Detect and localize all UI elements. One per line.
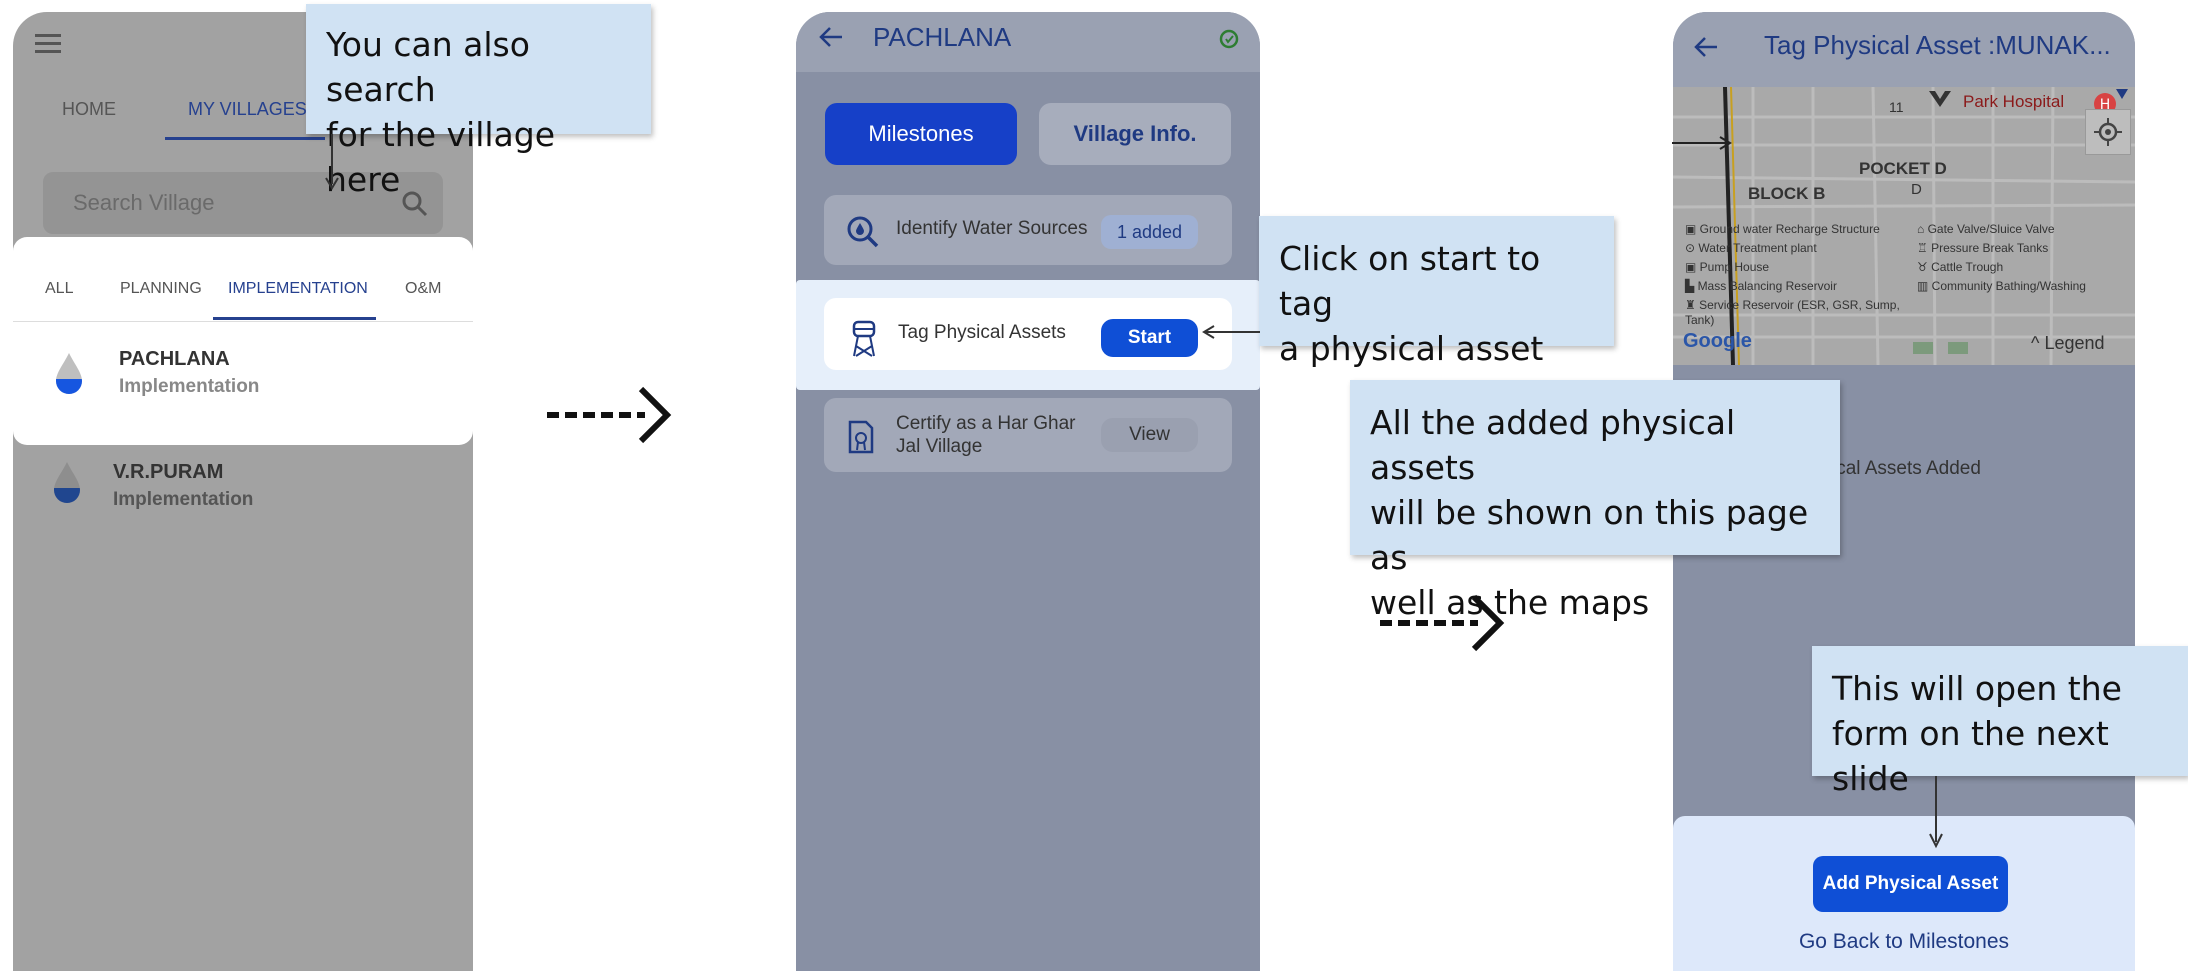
village-name: V.R.PURAM (113, 461, 224, 483)
milestone-identify-water-sources[interactable]: Identify Water Sources 1 added (824, 195, 1232, 265)
start-button[interactable]: Start (1101, 319, 1198, 357)
nav-tab-my-villages[interactable]: MY VILLAGES (188, 99, 307, 120)
tab-village-info[interactable]: Village Info. (1039, 103, 1231, 165)
legend-item: ♜ Service Reservoir (ESR, GSR, Sump, Tan… (1685, 298, 1900, 327)
add-physical-asset-button[interactable]: Add Physical Asset (1813, 856, 2008, 912)
map-pointer-arrow (1672, 136, 1732, 150)
legend-toggle-label: Legend (2044, 333, 2105, 353)
filter-tab-om[interactable]: O&M (405, 280, 441, 298)
water-tower-icon (850, 320, 878, 358)
map-label-park-hospital: Park Hospital (1963, 92, 2065, 111)
village-status: Implementation (113, 489, 254, 510)
map-view[interactable]: 11 Park Hospital H POCKET D D BLOCK B ▣ … (1673, 87, 2135, 365)
map-marker-icon (1927, 89, 1953, 111)
chevron-up-icon: ^ (2031, 333, 2040, 353)
map-label-11: 11 (1889, 99, 1904, 115)
water-drop-icon (53, 351, 85, 395)
map-legend: ▣ Ground water Recharge Structure ⊙ Wate… (1685, 222, 2125, 327)
screen-2-milestones: PACHLANA Milestones Village Info. Identi… (796, 12, 1260, 971)
page-title: Tag Physical Asset :MUNAK... (1764, 30, 2111, 60)
flow-arrow-1 (547, 386, 672, 444)
legend-item: ▥ Community Bathing/Washing (1917, 279, 2086, 293)
milestone-label: Certify as a Har Ghar Jal Village (896, 413, 1076, 457)
filter-tab-planning[interactable]: PLANNING (120, 280, 202, 298)
milestone-highlight-panel: Tag Physical Assets Start (796, 280, 1260, 390)
callout-start: Click on start to tag a physical asset (1259, 216, 1614, 368)
go-back-to-milestones-link[interactable]: Go Back to Milestones (1673, 930, 2135, 954)
callout-arrow (1929, 776, 1943, 849)
tab-milestones[interactable]: Milestones (825, 103, 1017, 165)
milestone-tag-physical-assets[interactable]: Tag Physical Assets Start (824, 298, 1232, 370)
callout-arrow (1202, 325, 1260, 339)
water-search-icon (846, 215, 880, 249)
legend-toggle[interactable]: ^ Legend (2031, 333, 2105, 354)
callout-form: This will open the form on the next slid… (1812, 646, 2188, 798)
map-dropdown-icon[interactable] (2114, 87, 2130, 101)
filter-card: ALL PLANNING IMPLEMENTATION O&M PACHLANA… (13, 237, 473, 445)
search-placeholder: Search Village (73, 190, 215, 215)
tab-village-info-label: Village Info. (1073, 121, 1197, 146)
sync-icon[interactable] (1218, 28, 1240, 50)
nav-tab-underline (165, 137, 325, 140)
village-name: PACHLANA (119, 348, 230, 370)
legend-item: ♖ Pressure Break Tanks (1917, 241, 2049, 255)
hamburger-menu-icon[interactable] (35, 32, 63, 54)
certificate-icon (846, 420, 876, 454)
map-label-block-b: BLOCK B (1748, 184, 1826, 203)
filter-tab-all[interactable]: ALL (45, 280, 73, 298)
filter-divider (13, 321, 473, 322)
village-item-vrpuram[interactable]: V.R.PURAM Implementation (13, 444, 473, 534)
legend-item: ▙ Mass Balancing Reservoir (1685, 279, 1837, 293)
callout-assets: All the added physical assets will be sh… (1350, 380, 1840, 622)
water-drop-icon (51, 460, 83, 504)
village-status: Implementation (119, 376, 260, 397)
filter-tab-implementation[interactable]: IMPLEMENTATION (228, 280, 368, 298)
callout-search: You can also search for the village here (306, 4, 651, 199)
map-label-d: D (1911, 181, 1922, 198)
legend-item: ▣ Pump House (1685, 260, 1770, 274)
header-bar (796, 12, 1260, 72)
my-location-button[interactable] (2085, 109, 2131, 155)
view-button[interactable]: View (1101, 418, 1198, 452)
search-icon[interactable] (401, 190, 429, 218)
village-title: PACHLANA (873, 22, 1012, 52)
back-arrow-icon[interactable] (1693, 34, 1719, 60)
legend-item: ⌂ Gate Valve/Sluice Valve (1917, 222, 2055, 236)
milestone-certify[interactable]: Certify as a Har Ghar Jal Village View (824, 398, 1232, 472)
legend-item: ♉ Cattle Trough (1917, 260, 2004, 274)
nav-tab-home[interactable]: HOME (62, 99, 116, 120)
google-logo: Google (1683, 330, 1752, 352)
map-label-pocket-d: POCKET D (1859, 159, 1947, 178)
village-item-pachlana[interactable]: PACHLANA Implementation (13, 337, 473, 427)
legend-item: ⊙ Water Treatment plant (1685, 241, 1817, 255)
tab-milestones-label: Milestones (868, 121, 974, 146)
legend-item: ▣ Ground water Recharge Structure (1685, 222, 1880, 236)
filter-tab-underline (213, 317, 376, 320)
back-arrow-icon[interactable] (818, 24, 844, 50)
milestone-label: Tag Physical Assets (898, 322, 1066, 343)
callout-arrow (325, 134, 339, 190)
bottom-action-panel: Add Physical Asset Go Back to Milestones (1673, 816, 2135, 971)
added-count-badge: 1 added (1101, 215, 1198, 249)
milestone-label: Identify Water Sources (896, 218, 1088, 239)
